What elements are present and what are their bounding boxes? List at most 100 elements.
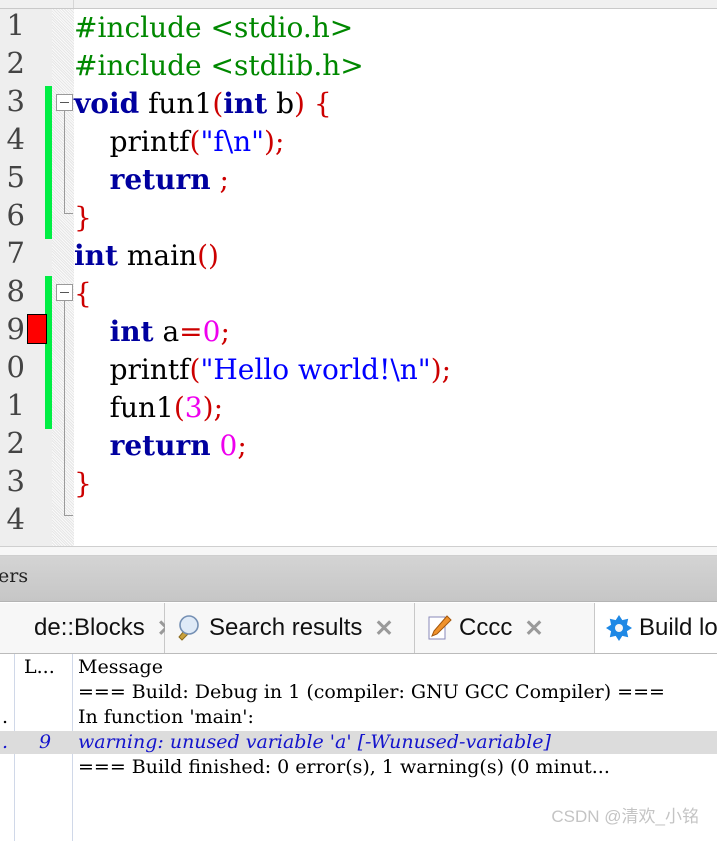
line-number: 6 (6, 198, 25, 232)
code-token: int (223, 87, 268, 120)
code-token: #include <stdlib.h> (74, 49, 364, 82)
line-number: 5 (6, 160, 25, 194)
codeblocks-window: 1 2 3 4 5 6 7 8 9 0 1 2 3 4 #include <stdio.h> #includ… (0, 0, 717, 841)
code-line: int main() (74, 237, 717, 275)
code-token: void (74, 87, 140, 120)
code-line: return ; (74, 161, 717, 199)
panel-title-label: ers (0, 565, 29, 587)
code-token: () (197, 239, 219, 272)
code-token: ( (189, 353, 201, 386)
code-token: printf (74, 353, 190, 386)
log-row[interactable]: . In function 'main': (0, 706, 717, 729)
code-line: return 0; (74, 427, 717, 465)
marker-gutter[interactable] (27, 9, 45, 546)
code-token: #include <stdio.h> (74, 11, 354, 44)
fold-guide-line (64, 111, 65, 213)
code-token: ) (430, 353, 442, 386)
code-token: } (74, 467, 92, 500)
panel-tab-strip[interactable]: de::Blocks✕ Search results ✕ Cccc ✕ Build log (0, 603, 717, 654)
tab-cccc[interactable]: Cccc ✕ (415, 603, 595, 653)
code-line: fun1(3); (74, 389, 717, 427)
code-token: return (109, 429, 211, 462)
code-token: ; (274, 125, 285, 158)
code-text[interactable]: #include <stdio.h> #include <stdlib.h> voi… (74, 9, 717, 546)
line-number: 1 (6, 9, 25, 42)
tab-build-log[interactable]: Build log (595, 603, 717, 653)
code-token: main (117, 239, 198, 272)
code-token: { (313, 87, 332, 120)
code-token: b (267, 87, 295, 120)
log-header-row[interactable]: L... Message (0, 656, 717, 679)
tab-close-icon[interactable]: ✕ (374, 615, 393, 642)
code-token: fun1 (139, 87, 213, 120)
gear-icon (605, 614, 633, 642)
code-line: printf("f\n"); (74, 123, 717, 161)
breakpoint-marker[interactable] (27, 314, 47, 344)
code-line: } (74, 199, 717, 237)
tab-label: de::Blocks (34, 614, 145, 641)
code-token: ( (212, 87, 224, 120)
change-bar (45, 86, 52, 239)
fold-guide-line (64, 301, 65, 515)
log-message-cell: Message (78, 656, 163, 678)
code-token: ; (220, 315, 230, 348)
line-number: 0 (6, 350, 25, 384)
tab-close-icon[interactable]: ✕ (524, 615, 543, 642)
window-top-strip (0, 0, 717, 9)
panel-splitter[interactable] (0, 546, 717, 556)
code-token: 3 (184, 391, 203, 424)
code-token: 0 (202, 315, 221, 348)
fold-gutter[interactable] (52, 9, 74, 546)
fold-collapse-icon[interactable] (56, 94, 73, 111)
build-log-panel[interactable]: L... Message === Build: Debug in 1 (compil… (0, 654, 717, 841)
log-message-cell: warning: unused variable 'a' [-Wunused-v… (78, 731, 551, 753)
code-line: #include <stdlib.h> (74, 47, 717, 85)
code-token: ( (173, 391, 185, 424)
change-bar (45, 276, 52, 429)
magnifier-icon (175, 614, 203, 642)
code-line: { (74, 275, 717, 313)
tab-label: Search results (209, 614, 363, 641)
tab-label: Build log (639, 614, 717, 641)
tab-label: Cccc (459, 614, 513, 641)
log-row[interactable]: . 9 warning: unused variable 'a' [-Wunused… (0, 731, 717, 754)
code-token: ) (264, 125, 275, 158)
code-line: void fun1(int b) { (74, 85, 717, 123)
code-token: ) (202, 391, 214, 424)
code-token: = (179, 315, 203, 348)
code-token: ; (441, 353, 452, 386)
tab-search-results[interactable]: Search results ✕ (165, 603, 415, 653)
code-line: #include <stdio.h> (74, 9, 717, 47)
code-token: ( (189, 125, 201, 158)
fold-collapse-icon[interactable] (56, 284, 73, 301)
tab-de-blocks[interactable]: de::Blocks✕ (0, 603, 176, 653)
code-token: a (153, 315, 180, 348)
line-number: 1 (6, 388, 25, 422)
code-editor[interactable]: 1 2 3 4 5 6 7 8 9 0 1 2 3 4 #include <stdio.h> #includ… (0, 9, 717, 546)
log-row[interactable]: === Build finished: 0 error(s), 1 warnin… (0, 756, 717, 779)
log-message-cell: In function 'main': (78, 706, 254, 728)
line-number: 7 (6, 236, 25, 270)
code-token: "Hello world!\n" (200, 353, 431, 386)
log-message-cell: === Build finished: 0 error(s), 1 warnin… (78, 756, 610, 778)
code-token: ; (213, 391, 223, 424)
line-number: 4 (6, 122, 25, 156)
code-token: fun1 (74, 391, 174, 424)
code-token: { (74, 277, 92, 310)
top-strip-segment (0, 0, 74, 8)
line-number: 9 (6, 312, 25, 346)
panel-title-bar: ers (0, 556, 717, 602)
tab-icon (0, 614, 28, 642)
pencil-page-icon (425, 614, 453, 642)
log-message-cell: === Build: Debug in 1 (compiler: GNU GCC… (78, 681, 665, 703)
log-row[interactable]: === Build: Debug in 1 (compiler: GNU GCC… (0, 681, 717, 704)
code-token: 0 (219, 429, 238, 462)
line-number: 3 (6, 84, 25, 118)
fold-guide-foot (64, 213, 73, 214)
code-token: "f\n" (200, 125, 265, 158)
code-line: } (74, 465, 717, 503)
line-number: 2 (6, 46, 25, 80)
